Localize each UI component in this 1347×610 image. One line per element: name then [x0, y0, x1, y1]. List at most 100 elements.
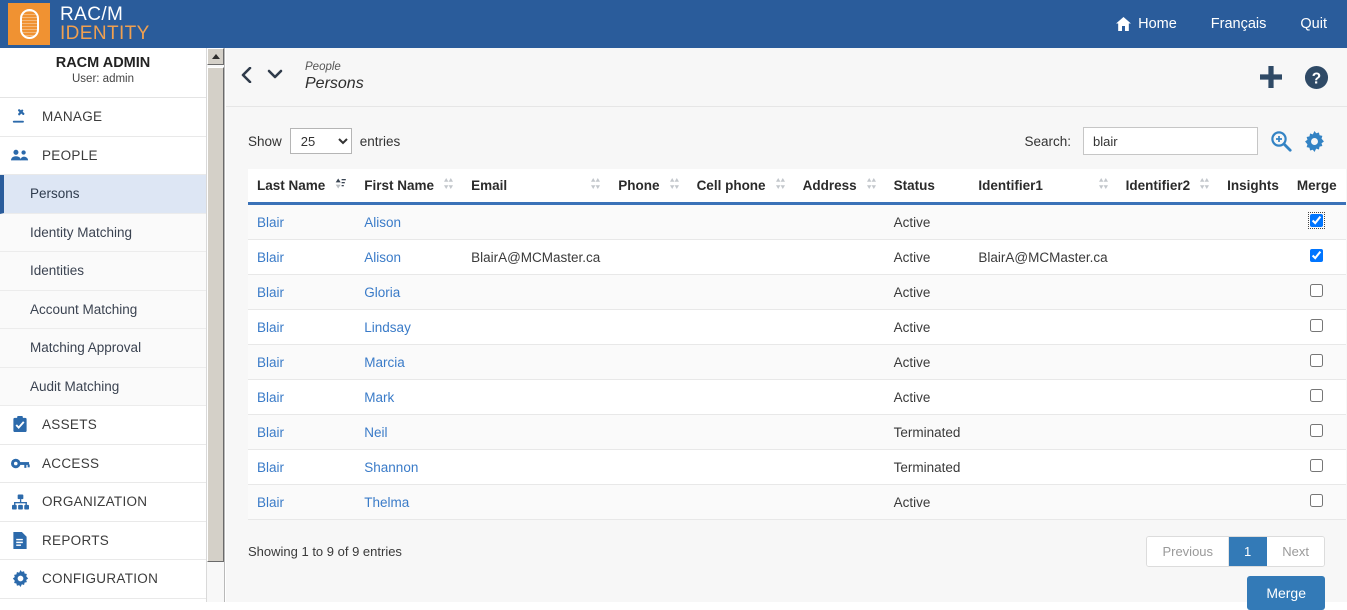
chevron-left-icon[interactable]: [240, 66, 253, 88]
merge-checkbox[interactable]: [1308, 212, 1326, 229]
chevron-down-icon[interactable]: [267, 68, 283, 86]
table-row[interactable]: Blair Neil Terminated: [248, 414, 1346, 450]
col-merge[interactable]: Merge: [1287, 169, 1346, 205]
cell-email: [462, 414, 610, 450]
table-row[interactable]: Blair Gloria Active: [248, 274, 1346, 310]
cell-identifier2: [1116, 344, 1219, 380]
brand-logo[interactable]: RAC/M IDENTITY: [0, 3, 150, 45]
person-link[interactable]: Blair: [257, 285, 284, 300]
merge-checkbox[interactable]: [1310, 319, 1324, 332]
table-settings-gear-icon[interactable]: [1304, 130, 1325, 152]
cell-status: Active: [884, 239, 970, 275]
col-status[interactable]: Status: [884, 169, 970, 205]
cell-merge: [1287, 414, 1346, 450]
col-address[interactable]: Address: [793, 169, 885, 205]
person-link[interactable]: Gloria: [364, 285, 400, 300]
person-link[interactable]: Marcia: [364, 355, 405, 370]
person-link[interactable]: Blair: [257, 215, 284, 230]
col-identifier2[interactable]: Identifier2: [1116, 169, 1219, 205]
people-icon: [10, 148, 30, 162]
cell-last-name: Blair: [248, 449, 356, 485]
sidebar-scrollbar[interactable]: [207, 48, 225, 602]
nav-home[interactable]: Home: [1116, 16, 1177, 32]
scrollbar-thumb[interactable]: [207, 67, 224, 562]
nav-francais[interactable]: Français: [1211, 16, 1267, 32]
table-row[interactable]: Blair Thelma Active: [248, 484, 1346, 520]
person-link[interactable]: Blair: [257, 355, 284, 370]
cell-status: Terminated: [884, 449, 970, 485]
col-first-name[interactable]: First Name: [355, 169, 463, 205]
col-insights[interactable]: Insights: [1218, 169, 1288, 205]
merge-checkbox[interactable]: [1310, 424, 1324, 437]
col-cell-phone[interactable]: Cell phone: [687, 169, 794, 205]
pagination-previous[interactable]: Previous: [1147, 536, 1230, 566]
table-row[interactable]: Blair Marcia Active: [248, 344, 1346, 380]
breadcrumb-parent[interactable]: People: [305, 60, 364, 74]
cell-phone: [609, 239, 688, 275]
sidebar-item-organization[interactable]: ORGANIZATION: [0, 483, 206, 522]
cell-first-name: Neil: [355, 414, 463, 450]
cell-merge: [1287, 379, 1346, 415]
cell-email: [462, 274, 610, 310]
cell-address: [793, 344, 885, 380]
merge-button[interactable]: Merge: [1247, 576, 1325, 610]
column-label: Last Name: [257, 177, 326, 193]
sidebar-item-matching-approval[interactable]: Matching Approval: [0, 329, 206, 368]
sidebar-item-configuration[interactable]: CONFIGURATION: [0, 560, 206, 599]
sidebar-item-reports[interactable]: REPORTS: [0, 521, 206, 560]
col-identifier1[interactable]: Identifier1: [969, 169, 1117, 205]
person-link[interactable]: Blair: [257, 250, 284, 265]
page-length-select[interactable]: 25: [289, 128, 352, 154]
table-row[interactable]: Blair Mark Active: [248, 379, 1346, 415]
person-link[interactable]: Neil: [364, 425, 387, 440]
person-link[interactable]: Blair: [257, 460, 284, 475]
cell-last-name: Blair: [248, 414, 356, 450]
merge-checkbox[interactable]: [1310, 459, 1324, 472]
add-button[interactable]: [1258, 64, 1284, 90]
table-row[interactable]: Blair Alison BlairA@MCMaster.ca Active B…: [248, 239, 1346, 275]
person-link[interactable]: Blair: [257, 320, 284, 335]
clipboard-check-icon: [10, 416, 30, 433]
cell-phone: [609, 203, 688, 240]
search-zoom-icon[interactable]: [1270, 130, 1292, 152]
cell-last-name: Blair: [248, 274, 356, 310]
person-link[interactable]: Lindsay: [364, 320, 411, 335]
sidebar-item-access[interactable]: ACCESS: [0, 444, 206, 483]
cell-status: Active: [884, 309, 970, 345]
person-link[interactable]: Blair: [257, 425, 284, 440]
col-phone[interactable]: Phone: [609, 169, 688, 205]
sidebar-item-audit-matching[interactable]: Audit Matching: [0, 367, 206, 406]
col-last-name[interactable]: Last Name: [248, 169, 356, 205]
sidebar-item-identities[interactable]: Identities: [0, 252, 206, 291]
sidebar-item-identity-matching[interactable]: Identity Matching: [0, 213, 206, 252]
cell-first-name: Alison: [355, 239, 463, 275]
merge-checkbox[interactable]: [1310, 354, 1324, 367]
person-link[interactable]: Alison: [364, 215, 401, 230]
person-link[interactable]: Alison: [364, 250, 401, 265]
help-button[interactable]: ?: [1304, 65, 1329, 90]
sidebar-item-label: REPORTS: [42, 532, 110, 548]
merge-checkbox[interactable]: [1310, 249, 1324, 262]
pagination-page-1[interactable]: 1: [1229, 536, 1268, 566]
person-link[interactable]: Shannon: [364, 460, 418, 475]
merge-checkbox[interactable]: [1310, 284, 1324, 297]
person-link[interactable]: Thelma: [364, 495, 409, 510]
sidebar-item-manage[interactable]: MANAGE: [0, 98, 206, 137]
table-row[interactable]: Blair Lindsay Active: [248, 309, 1346, 345]
col-email[interactable]: Email: [462, 169, 610, 205]
person-link[interactable]: Mark: [364, 390, 394, 405]
person-link[interactable]: Blair: [257, 495, 284, 510]
sidebar-item-persons[interactable]: Persons: [0, 175, 206, 214]
nav-quit[interactable]: Quit: [1300, 16, 1327, 32]
table-row[interactable]: Blair Shannon Terminated: [248, 449, 1346, 485]
sidebar-item-account-matching[interactable]: Account Matching: [0, 290, 206, 329]
merge-checkbox[interactable]: [1310, 389, 1324, 402]
pagination-next[interactable]: Next: [1267, 536, 1324, 566]
search-input[interactable]: [1083, 127, 1258, 155]
merge-checkbox[interactable]: [1310, 494, 1324, 507]
person-link[interactable]: Blair: [257, 390, 284, 405]
sidebar-item-assets[interactable]: ASSETS: [0, 406, 206, 445]
table-row[interactable]: Blair Alison Active: [248, 203, 1346, 240]
sidebar-item-people[interactable]: PEOPLE: [0, 136, 206, 175]
scroll-up-button[interactable]: [207, 48, 224, 65]
